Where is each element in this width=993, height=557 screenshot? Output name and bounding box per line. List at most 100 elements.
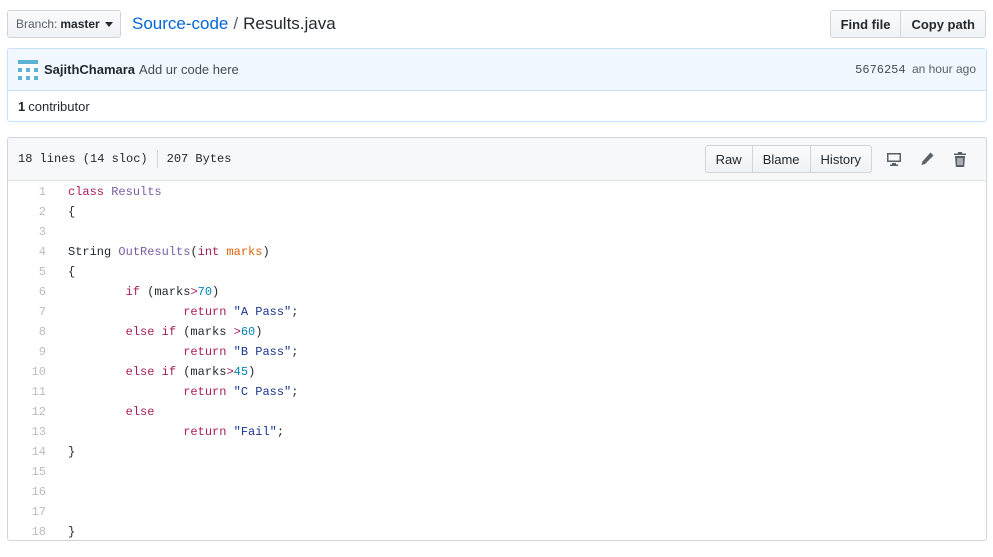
line-code: { xyxy=(56,202,298,222)
line-code xyxy=(56,222,298,242)
raw-button[interactable]: Raw xyxy=(704,145,753,173)
commit-meta: 5676254 an hour ago xyxy=(855,62,976,77)
code-token: > xyxy=(190,285,198,299)
code-token: "B Pass" xyxy=(233,345,292,359)
code-token: if xyxy=(161,325,177,339)
code-line: 3 xyxy=(8,222,298,242)
code-token: > xyxy=(226,365,234,379)
line-code: else if (marks>45) xyxy=(56,362,298,382)
line-number[interactable]: 14 xyxy=(8,442,56,462)
line-number[interactable]: 8 xyxy=(8,322,56,342)
trashcan-icon[interactable] xyxy=(943,145,976,173)
line-number[interactable]: 4 xyxy=(8,242,56,262)
line-code: return "B Pass"; xyxy=(56,342,298,362)
code-token: ) xyxy=(212,285,220,299)
avatar-identicon[interactable] xyxy=(18,59,38,80)
code-token: else xyxy=(125,405,155,419)
line-number[interactable]: 7 xyxy=(8,302,56,322)
line-code: else if (marks >60) xyxy=(56,322,298,342)
copy-path-button[interactable]: Copy path xyxy=(900,10,986,38)
contributor-count: 1 xyxy=(18,98,26,114)
code-token: return xyxy=(183,345,227,359)
file-actions: Raw Blame History xyxy=(704,145,976,173)
pencil-icon[interactable] xyxy=(910,145,943,173)
line-number[interactable]: 13 xyxy=(8,422,56,442)
line-number[interactable]: 17 xyxy=(8,502,56,522)
line-code xyxy=(56,462,298,482)
code-token: 45 xyxy=(233,365,249,379)
line-number[interactable]: 5 xyxy=(8,262,56,282)
line-code: class Results xyxy=(56,182,298,202)
line-code: return "Fail"; xyxy=(56,422,298,442)
code-token: if xyxy=(161,365,177,379)
line-number[interactable]: 6 xyxy=(8,282,56,302)
code-line: 5{ xyxy=(8,262,298,282)
code-token: { xyxy=(68,205,76,219)
desktop-icon[interactable] xyxy=(877,145,910,173)
code-line: 14} xyxy=(8,442,298,462)
caret-down-icon xyxy=(104,21,113,27)
line-number[interactable]: 3 xyxy=(8,222,56,242)
line-code: { xyxy=(56,262,298,282)
code-token: "Fail" xyxy=(233,425,277,439)
code-line: 12 else xyxy=(8,402,298,422)
code-line: 13 return "Fail"; xyxy=(8,422,298,442)
code-token: } xyxy=(68,445,76,459)
line-number[interactable]: 10 xyxy=(8,362,56,382)
code-token: ) xyxy=(255,325,263,339)
breadcrumb: Source-code / Results.java xyxy=(132,13,336,35)
code-line: 10 else if (marks>45) xyxy=(8,362,298,382)
code-token: (marks xyxy=(176,365,227,379)
contributor-label: contributor xyxy=(28,98,90,114)
contributors-row[interactable]: 1 contributor xyxy=(8,91,986,121)
line-number[interactable]: 1 xyxy=(8,182,56,202)
code-line: 15 xyxy=(8,462,298,482)
line-number[interactable]: 11 xyxy=(8,382,56,402)
file-info: 18 lines (14 sloc) 207 Bytes xyxy=(18,150,231,168)
branch-select-button[interactable]: Branch: master xyxy=(7,10,121,38)
breadcrumb-repo-link[interactable]: Source-code xyxy=(132,14,228,33)
code-token: ; xyxy=(291,305,299,319)
code-token: if xyxy=(125,285,141,299)
line-code: } xyxy=(56,522,298,540)
line-number[interactable]: 2 xyxy=(8,202,56,222)
code-line: 8 else if (marks >60) xyxy=(8,322,298,342)
code-token: ; xyxy=(276,425,285,439)
breadcrumb-file: Results.java xyxy=(243,14,336,33)
commit-sha-link[interactable]: 5676254 xyxy=(855,63,905,77)
history-button[interactable]: History xyxy=(809,145,872,173)
line-code xyxy=(56,482,298,502)
line-number[interactable]: 16 xyxy=(8,482,56,502)
code-line: 7 return "A Pass"; xyxy=(8,302,299,322)
code-token: { xyxy=(68,265,76,279)
commit-author-link[interactable]: SajithChamara xyxy=(44,62,135,77)
latest-commit-row: SajithChamara Add ur code here 5676254 a… xyxy=(8,49,986,91)
commit-message-link[interactable]: Add ur code here xyxy=(139,62,239,77)
code-token: return xyxy=(183,385,227,399)
line-number[interactable]: 18 xyxy=(8,522,56,540)
line-number[interactable]: 9 xyxy=(8,342,56,362)
code-token: "A Pass" xyxy=(233,305,292,319)
code-line: 16 xyxy=(8,482,298,502)
line-number[interactable]: 12 xyxy=(8,402,56,422)
find-file-button[interactable]: Find file xyxy=(829,10,902,38)
blame-button[interactable]: Blame xyxy=(751,145,811,173)
file-viewer: 18 lines (14 sloc) 207 Bytes Raw Blame Hi… xyxy=(7,137,987,541)
line-code: String OutResults(int marks) xyxy=(56,242,298,262)
commit-time: an hour ago xyxy=(911,62,976,76)
file-action-group: Raw Blame History xyxy=(704,145,872,173)
code-token: OutResults xyxy=(118,245,191,259)
code-token: 70 xyxy=(197,285,213,299)
line-number[interactable]: 15 xyxy=(8,462,56,482)
code-token: marks xyxy=(226,245,263,259)
branch-prefix: Branch: xyxy=(16,17,58,31)
code-token: 60 xyxy=(240,325,256,339)
file-header: 18 lines (14 sloc) 207 Bytes Raw Blame Hi… xyxy=(8,138,986,181)
branch-name: master xyxy=(60,17,100,31)
